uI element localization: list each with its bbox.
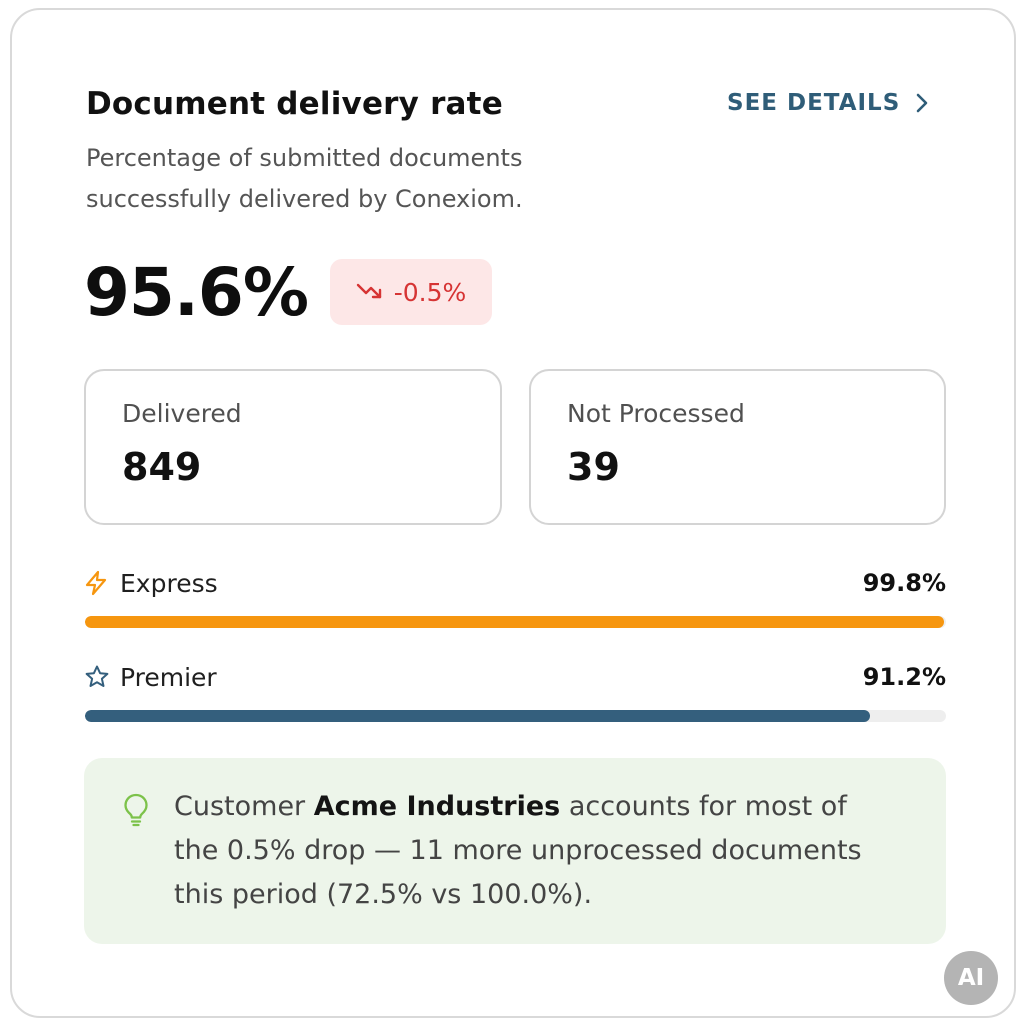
insight-customer-name: Acme Industries	[313, 791, 561, 822]
see-details-label: SEE DETAILS	[727, 90, 901, 116]
premier-progress-fill	[85, 710, 871, 722]
delivered-value: 849	[122, 445, 202, 489]
premier-label: Premier	[120, 662, 217, 692]
premier-percent: 91.2%	[862, 663, 946, 691]
delivery-rate-card: Document delivery rate SEE DETAILS Perce…	[10, 8, 1016, 1018]
see-details-link[interactable]: SEE DETAILS	[727, 88, 928, 118]
delta-value: -0.5%	[393, 277, 467, 307]
ai-assistant-button[interactable]: AI	[944, 951, 998, 1005]
not-processed-stat-box: Not Processed 39	[529, 369, 946, 525]
not-processed-value: 39	[567, 445, 620, 489]
insight-panel: Customer Acme Industries accounts for mo…	[84, 758, 946, 944]
insight-text: Customer Acme Industries accounts for mo…	[174, 785, 874, 917]
premier-progress-bar	[85, 710, 946, 722]
chevron-right-icon	[916, 93, 928, 113]
delivered-label: Delivered	[122, 399, 242, 428]
insight-prefix: Customer	[174, 791, 314, 822]
lightning-icon	[84, 569, 112, 597]
express-tier-row: Express 99.8%	[84, 565, 946, 601]
delivery-rate-value: 95.6%	[84, 254, 309, 331]
ai-badge-label: AI	[957, 965, 985, 991]
star-icon	[84, 663, 112, 691]
express-percent: 99.8%	[862, 569, 946, 597]
not-processed-label: Not Processed	[567, 399, 745, 428]
card-title: Document delivery rate	[86, 86, 503, 122]
premier-tier-row: Premier 91.2%	[84, 659, 946, 695]
card-subtitle: Percentage of submitted documents succes…	[86, 144, 523, 213]
lightbulb-icon	[122, 792, 150, 832]
express-progress-bar	[85, 616, 946, 628]
delta-badge: -0.5%	[330, 259, 492, 325]
delivered-stat-box: Delivered 849	[84, 369, 502, 525]
trend-down-icon	[356, 278, 384, 307]
express-progress-fill	[85, 616, 945, 628]
express-label: Express	[120, 568, 218, 598]
